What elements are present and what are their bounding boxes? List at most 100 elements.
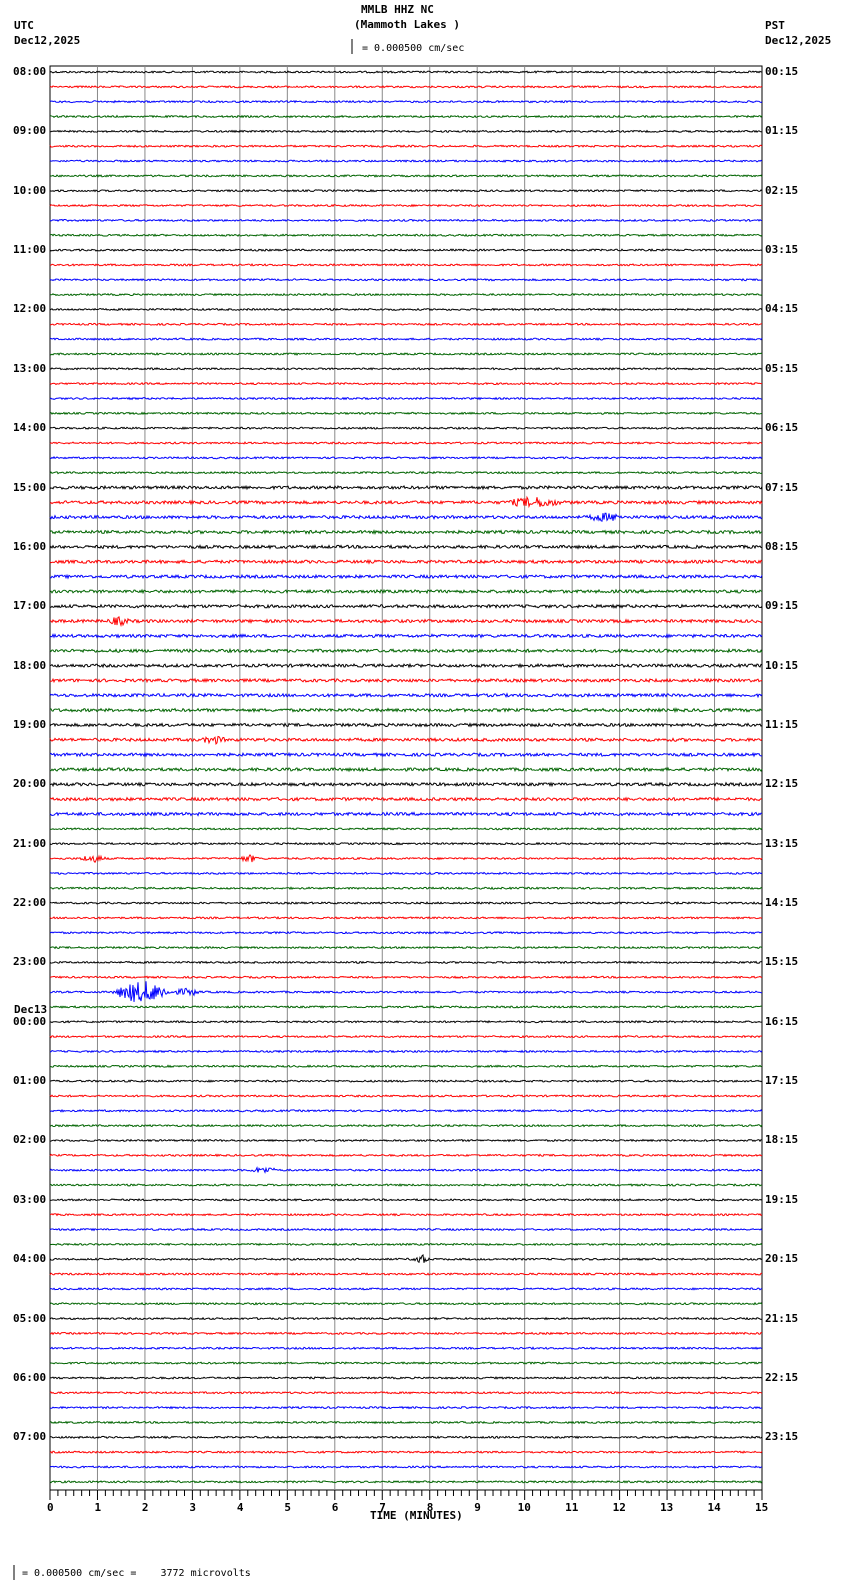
x-tick-label: 15 <box>755 1501 769 1514</box>
seismic-trace <box>49 144 763 149</box>
seismic-trace <box>49 1361 763 1366</box>
utc-hour-label: 20:00 <box>13 777 47 791</box>
seismic-trace <box>49 871 763 876</box>
seismic-trace <box>50 456 763 460</box>
utc-hour-label: 00:00 <box>13 1014 47 1028</box>
utc-hour-label: 04:00 <box>13 1252 47 1266</box>
utc-hour-label: 16:00 <box>13 539 47 553</box>
seismic-trace <box>49 70 763 74</box>
pst-hour-label: 16:15 <box>765 1014 799 1028</box>
seismic-trace <box>49 633 763 639</box>
pst-hour-label: 05:15 <box>765 361 799 375</box>
seismic-trace <box>49 233 763 238</box>
seismic-trace <box>49 1301 763 1306</box>
seismic-trace <box>49 1198 763 1202</box>
seismic-trace <box>49 1123 763 1128</box>
seismic-trace <box>49 1227 763 1232</box>
seismic-trace <box>49 1079 763 1083</box>
seismic-trace <box>49 396 763 401</box>
seismic-trace <box>49 692 763 699</box>
x-tick-label: 11 <box>565 1501 579 1514</box>
pst-hour-label: 08:15 <box>765 539 799 553</box>
seismic-trace <box>49 1480 763 1484</box>
seismic-trace <box>49 975 763 980</box>
seismic-trace <box>49 188 763 193</box>
seismic-trace <box>49 307 763 312</box>
seismic-trace <box>49 411 763 416</box>
seismic-trace <box>49 1005 762 1009</box>
seismic-trace <box>49 558 763 565</box>
seismic-trace <box>49 381 762 386</box>
seismic-trace <box>49 841 763 846</box>
seismic-trace <box>49 544 763 550</box>
seismic-trace <box>49 174 763 178</box>
seismic-trace <box>49 322 763 327</box>
seismic-trace <box>49 1254 763 1264</box>
seismic-trace <box>49 495 763 509</box>
seismic-trace <box>49 218 763 223</box>
seismic-trace <box>49 1465 763 1469</box>
pst-hour-label: 02:15 <box>765 183 799 197</box>
utc-hour-label: 03:00 <box>13 1192 47 1206</box>
seismic-trace <box>49 901 763 905</box>
pst-hour-label: 09:15 <box>765 599 799 613</box>
helicorder-plot <box>13 39 763 1580</box>
x-tick-label: 5 <box>284 1501 291 1514</box>
seismic-trace <box>49 616 763 628</box>
seismic-trace <box>49 367 763 371</box>
seismic-trace <box>49 1183 763 1187</box>
seismic-trace <box>49 277 763 282</box>
pst-hour-label: 03:15 <box>765 243 799 257</box>
seismic-trace <box>49 603 763 609</box>
utc-hour-label: 11:00 <box>13 243 47 257</box>
x-tick-label: 8 <box>426 1501 434 1514</box>
utc-hour-label: 22:00 <box>13 896 47 910</box>
seismic-trace <box>49 1019 762 1024</box>
pst-hour-label: 21:15 <box>765 1311 799 1325</box>
seismic-trace <box>49 811 763 817</box>
seismic-trace <box>49 1108 763 1113</box>
seismic-trace <box>49 529 762 535</box>
seismic-trace <box>49 352 763 356</box>
utc-hour-label: 14:00 <box>13 421 47 435</box>
seismic-trace <box>49 1034 763 1039</box>
pst-hour-label: 10:15 <box>765 658 799 672</box>
seismic-trace <box>49 677 763 684</box>
seismic-trace <box>49 796 763 803</box>
x-tick-label: 13 <box>660 1501 674 1514</box>
pst-hour-label: 14:15 <box>765 896 799 910</box>
seismic-trace <box>50 707 763 714</box>
x-tick-label: 4 <box>236 1501 244 1514</box>
utc-hour-label: 05:00 <box>13 1311 47 1325</box>
pst-hour-label: 12:15 <box>765 777 799 791</box>
pst-hour-label: 01:15 <box>765 124 799 138</box>
seismic-trace <box>49 1049 763 1054</box>
seismic-trace <box>49 1346 763 1351</box>
pst-hour-label: 11:15 <box>765 717 799 731</box>
pst-hour-label: 13:15 <box>765 836 799 850</box>
seismic-trace <box>49 1166 763 1174</box>
seismic-trace <box>49 1242 763 1247</box>
seismic-trace <box>49 916 763 920</box>
seismic-trace <box>49 512 763 522</box>
seismic-trace <box>49 1331 763 1336</box>
seismic-trace <box>49 647 763 654</box>
seismic-trace <box>49 1287 763 1291</box>
utc-hour-label: 18:00 <box>13 658 47 672</box>
utc-hour-label: 06:00 <box>13 1370 47 1384</box>
utc-hour-label: 21:00 <box>13 836 47 850</box>
pst-hour-label: 19:15 <box>765 1192 799 1206</box>
utc-hour-label: 02:00 <box>13 1133 47 1147</box>
seismic-trace <box>49 588 763 595</box>
seismic-trace <box>49 114 763 119</box>
seismic-trace <box>49 960 763 965</box>
x-tick-label: 9 <box>474 1501 481 1514</box>
seismic-trace <box>49 1435 763 1440</box>
pst-hour-label: 04:15 <box>765 302 799 316</box>
utc-hour-label: 01:00 <box>13 1074 47 1088</box>
pst-hour-label: 15:15 <box>765 955 799 969</box>
pst-hour-label: 06:15 <box>765 421 799 435</box>
seismic-trace <box>49 441 763 445</box>
pst-hour-label: 23:15 <box>765 1430 799 1444</box>
seismic-trace <box>49 766 763 773</box>
